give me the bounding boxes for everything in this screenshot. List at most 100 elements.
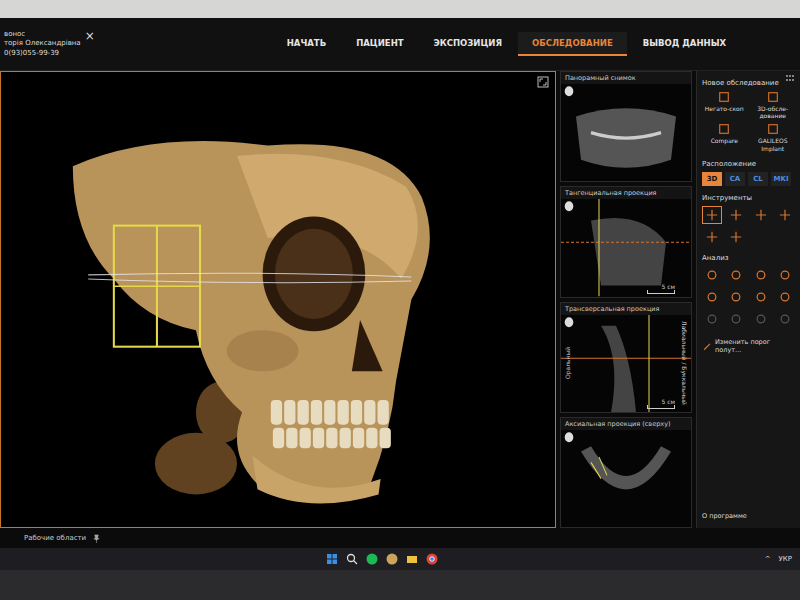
workspace: Панорамный снимокТангенциальная проекция… bbox=[0, 71, 800, 528]
tool-icon bbox=[755, 209, 767, 221]
analysis-button[interactable] bbox=[751, 310, 771, 328]
selection-box[interactable] bbox=[114, 226, 200, 347]
exam-icon bbox=[767, 123, 779, 135]
app-icon[interactable] bbox=[386, 553, 398, 565]
side-label: Оральный bbox=[564, 347, 571, 379]
tool-icon bbox=[779, 313, 791, 325]
instrument-button[interactable] bbox=[702, 228, 722, 246]
nav-tab[interactable]: ОБСЛЕДОВАНИЕ bbox=[518, 32, 627, 56]
analysis-button[interactable] bbox=[726, 310, 746, 328]
analysis-button[interactable] bbox=[726, 266, 746, 284]
scale-bar: 5 см bbox=[647, 283, 675, 294]
nav-tab[interactable]: НАЧАТЬ bbox=[273, 32, 340, 56]
nav-tab[interactable]: ВЫВОД ДАННЫХ bbox=[629, 32, 740, 56]
tool-icon bbox=[706, 209, 718, 221]
analysis-button[interactable] bbox=[702, 288, 722, 306]
analysis-button[interactable] bbox=[775, 266, 795, 284]
section-title: Новое обследование bbox=[702, 75, 795, 87]
tray-item[interactable]: УКР bbox=[779, 555, 792, 563]
head-orientation-icon bbox=[564, 317, 574, 329]
view-image[interactable] bbox=[561, 84, 691, 181]
tool-icon bbox=[730, 291, 742, 303]
system-tray: ^ УКР bbox=[765, 555, 800, 563]
analysis-button[interactable] bbox=[751, 288, 771, 306]
monitor-bezel bbox=[0, 570, 800, 600]
threshold-button[interactable]: Изменить порог полут… bbox=[702, 332, 795, 354]
view-column: Панорамный снимокТангенциальная проекция… bbox=[560, 71, 692, 528]
tool-icon bbox=[730, 269, 742, 281]
patient-line: 0(93)055-99-39 bbox=[4, 49, 81, 58]
exam-icon bbox=[767, 91, 779, 103]
instrument-button[interactable] bbox=[702, 206, 722, 224]
analysis-button[interactable] bbox=[726, 288, 746, 306]
view-panel[interactable]: Аксиальная проекция (сверху) bbox=[560, 417, 692, 528]
layout-button[interactable]: 3D bbox=[702, 172, 722, 186]
pin-icon[interactable] bbox=[92, 534, 101, 543]
analysis-button[interactable] bbox=[775, 288, 795, 306]
view-title: Трансверсальная проекция bbox=[561, 303, 691, 315]
analysis-button[interactable] bbox=[702, 266, 722, 284]
view-panel[interactable]: Панорамный снимок bbox=[560, 71, 692, 182]
tool-icon bbox=[779, 291, 791, 303]
view-title: Аксиальная проекция (сверху) bbox=[561, 418, 691, 430]
view-image[interactable]: Оральный Лабиальный / Буккальный 5 см bbox=[561, 315, 691, 412]
exam-icon bbox=[718, 123, 730, 135]
3d-viewport[interactable] bbox=[0, 71, 556, 528]
section-title: Инструменты bbox=[702, 190, 795, 202]
windows-icon[interactable] bbox=[326, 553, 338, 565]
tool-icon bbox=[730, 209, 742, 221]
head-orientation-icon bbox=[564, 86, 574, 98]
instrument-button[interactable] bbox=[775, 206, 795, 224]
taskbar: ^ УКР bbox=[0, 548, 800, 570]
analysis-button[interactable] bbox=[775, 310, 795, 328]
tool-icon bbox=[755, 313, 767, 325]
patient-info: воносторія Олександрівна0(93)055-99-39× bbox=[0, 30, 154, 57]
instrument-button[interactable] bbox=[726, 206, 746, 224]
patient-line: вонос bbox=[4, 30, 81, 39]
tray-item[interactable]: ^ bbox=[765, 555, 771, 563]
photo-frame: воносторія Олександрівна0(93)055-99-39×Н… bbox=[0, 0, 800, 600]
analysis-button[interactable] bbox=[702, 310, 722, 328]
scale-bar: 5 см bbox=[647, 398, 675, 409]
view-title: Тангенциальная проекция bbox=[561, 187, 691, 199]
pen-icon bbox=[702, 341, 712, 351]
layout-button[interactable]: CL bbox=[748, 172, 768, 186]
section-title: Анализ bbox=[702, 250, 795, 262]
side-label: Лабиальный / Буккальный bbox=[682, 321, 689, 405]
workspace-label[interactable]: Рабочие области bbox=[24, 534, 86, 542]
instrument-button[interactable] bbox=[726, 228, 746, 246]
menu-dots-icon[interactable] bbox=[784, 74, 796, 82]
expand-icon[interactable] bbox=[537, 76, 549, 88]
head-orientation-icon bbox=[564, 201, 574, 213]
chrome-icon[interactable] bbox=[426, 553, 438, 565]
nav-tab[interactable]: ПАЦИЕНТ bbox=[342, 32, 417, 56]
new-exam-item[interactable]: GALILEOS Implant bbox=[751, 123, 796, 151]
search-icon[interactable] bbox=[346, 553, 358, 565]
spotify-icon[interactable] bbox=[366, 553, 378, 565]
tool-icon bbox=[730, 313, 742, 325]
tool-icon bbox=[706, 313, 718, 325]
layout-button[interactable]: CA bbox=[725, 172, 745, 186]
view-panel[interactable]: Тангенциальная проекция 5 см bbox=[560, 186, 692, 297]
close-button[interactable]: × bbox=[85, 30, 95, 42]
analysis-button[interactable] bbox=[751, 266, 771, 284]
tool-icon bbox=[706, 231, 718, 243]
nav-tabs: НАЧАТЬПАЦИЕНТЭКСПОЗИЦИЯОБСЛЕДОВАНИЕВЫВОД… bbox=[154, 32, 800, 56]
tool-icon bbox=[730, 231, 742, 243]
skull-render[interactable] bbox=[1, 72, 555, 527]
view-panel[interactable]: Трансверсальная проекция Оральный Лабиальн… bbox=[560, 302, 692, 413]
nav-tab[interactable]: ЭКСПОЗИЦИЯ bbox=[420, 32, 516, 56]
head-orientation-icon bbox=[564, 432, 574, 444]
header-bar: воносторія Олександрівна0(93)055-99-39×Н… bbox=[0, 18, 800, 71]
instrument-button[interactable] bbox=[751, 206, 771, 224]
view-image[interactable]: 5 см bbox=[561, 199, 691, 296]
new-exam-item[interactable]: 3D-обсле-дование bbox=[751, 91, 796, 119]
view-image[interactable] bbox=[561, 430, 691, 527]
about-link[interactable]: О программе bbox=[702, 512, 795, 524]
layout-button[interactable]: MKI bbox=[771, 172, 791, 186]
new-exam-item[interactable]: Compare bbox=[702, 123, 747, 151]
new-exam-item[interactable]: Негато-скоп bbox=[702, 91, 747, 119]
folder-icon[interactable] bbox=[406, 553, 418, 565]
tool-icon bbox=[755, 269, 767, 281]
tool-icon bbox=[779, 269, 791, 281]
